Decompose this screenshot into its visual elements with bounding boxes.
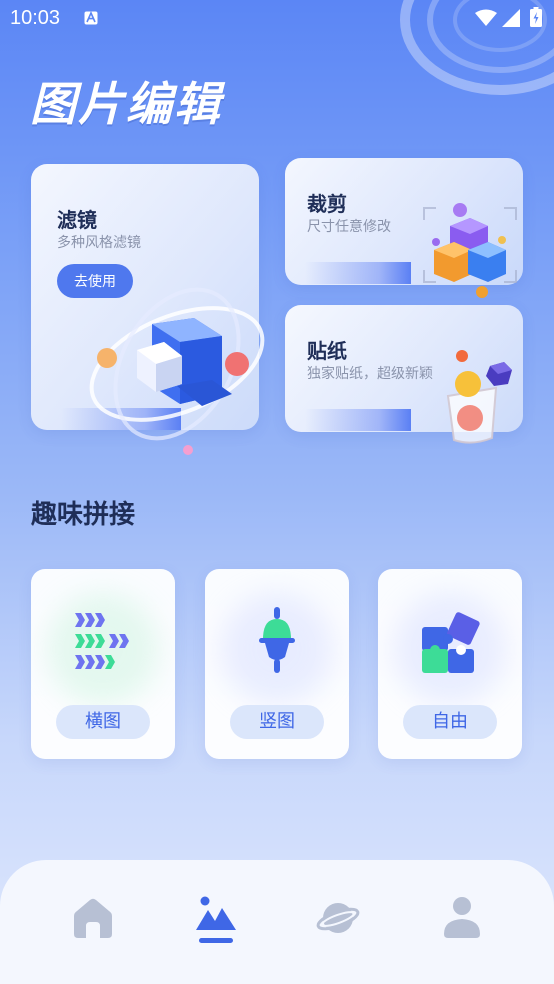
sticker-card-subtitle: 独家贴纸，超级新颖	[307, 366, 433, 382]
page-title: 图片编辑	[30, 77, 222, 131]
crop-card-subtitle: 尺寸任意修改	[307, 219, 391, 235]
crop-cubes-illustration	[423, 203, 517, 298]
splice-horizontal-card[interactable]: 横图	[31, 569, 175, 759]
mountain-photo-icon	[196, 896, 236, 943]
planet-icon	[316, 903, 360, 933]
home-icon	[74, 898, 112, 938]
filter-card-title: 滤镜	[57, 208, 97, 232]
sticker-card-title: 贴纸	[307, 339, 347, 363]
accessibility-a-icon	[84, 11, 98, 25]
splice-vertical-card[interactable]: 竖图	[205, 569, 349, 759]
crop-card-title: 裁剪	[307, 192, 347, 216]
filter-card-subtitle: 多种风格滤镜	[57, 235, 141, 251]
nav-discover[interactable]	[316, 894, 360, 946]
sticker-cup-illustration	[446, 350, 512, 444]
nav-photo-edit[interactable]	[194, 894, 238, 946]
puzzle-icon	[422, 612, 480, 673]
status-bar: 10:03	[0, 0, 554, 38]
battery-charging-icon	[530, 7, 542, 27]
splice-vertical-label: 竖图	[230, 705, 324, 739]
sticker-card-accent-bar	[305, 409, 411, 431]
bottom-navigation	[0, 860, 554, 984]
nav-home[interactable]	[71, 894, 115, 946]
vertical-plug-icon	[259, 607, 295, 673]
splice-free-card[interactable]: 自由	[378, 569, 522, 759]
splice-section-title: 趣味拼接	[31, 500, 136, 530]
cube-orbit-illustration	[89, 287, 265, 455]
wifi-icon	[475, 9, 497, 26]
nav-profile[interactable]	[440, 894, 484, 946]
crop-card-accent-bar	[305, 262, 411, 284]
status-time: 10:03	[10, 7, 61, 29]
horizontal-arrows-icon	[75, 613, 129, 669]
signal-icon	[502, 9, 520, 27]
splice-free-label: 自由	[403, 705, 497, 739]
user-icon	[444, 897, 480, 938]
splice-horizontal-label: 横图	[56, 705, 150, 739]
